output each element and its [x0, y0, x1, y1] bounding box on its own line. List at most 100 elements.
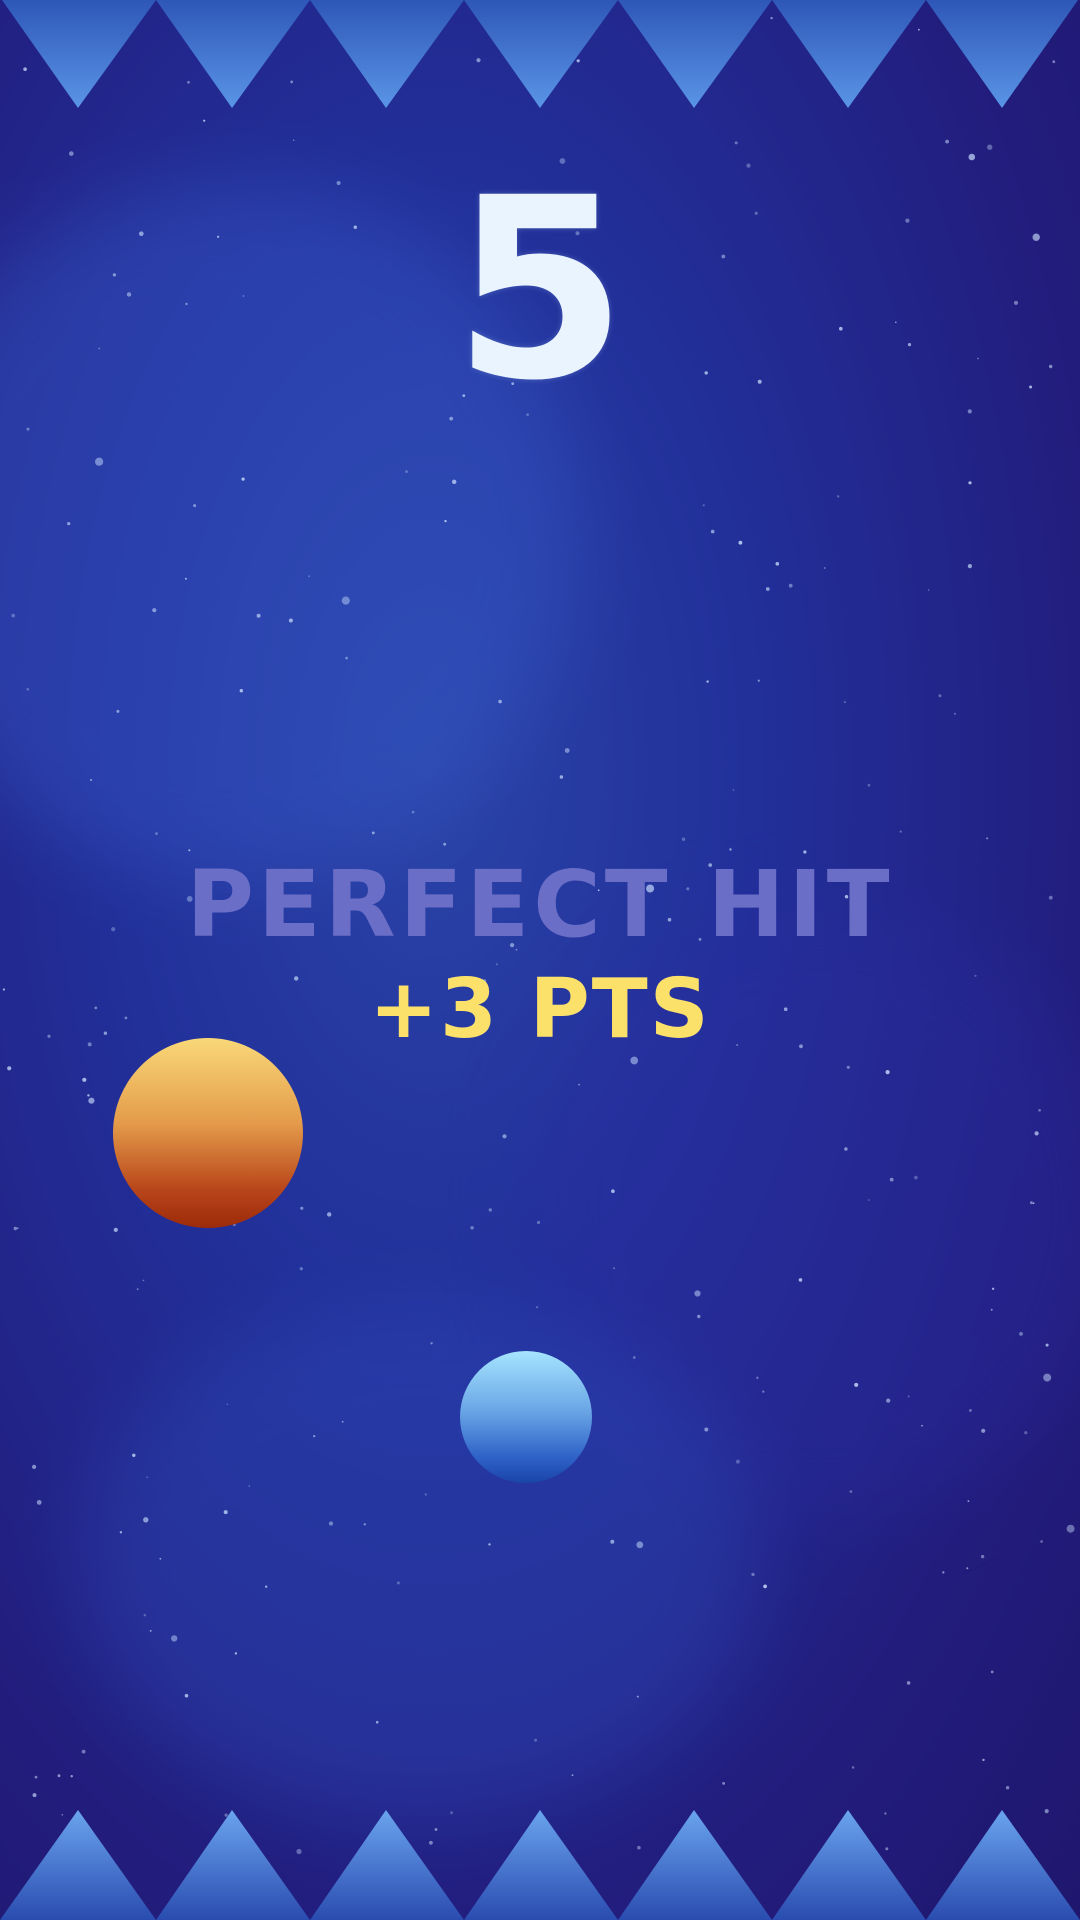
star [889, 1177, 894, 1182]
star [798, 1278, 803, 1282]
star [256, 613, 261, 618]
star [223, 1510, 228, 1515]
star [938, 694, 942, 698]
star [34, 1775, 38, 1779]
star [763, 1584, 767, 1589]
star [57, 1774, 61, 1778]
star [823, 567, 826, 569]
star [82, 1077, 87, 1082]
star [341, 596, 350, 605]
star [32, 1793, 37, 1798]
star [31, 1464, 37, 1469]
star [756, 1376, 759, 1380]
star [980, 1554, 985, 1559]
star [636, 1695, 639, 1698]
star [136, 1288, 139, 1290]
star [67, 522, 71, 526]
star [564, 748, 570, 753]
bonus-points-message: +3 PTS [369, 962, 711, 1057]
star [411, 810, 415, 814]
star [430, 1342, 433, 1345]
star [837, 495, 840, 498]
star [184, 577, 187, 580]
star [116, 709, 120, 713]
star [26, 688, 30, 691]
star [722, 1782, 725, 1785]
star [113, 1227, 118, 1232]
star [765, 587, 770, 591]
star [241, 477, 245, 481]
star [610, 1539, 615, 1544]
star [226, 1403, 229, 1406]
star [843, 701, 846, 704]
perfect-hit-message: PERFECT HIT [186, 851, 894, 958]
star [571, 1774, 574, 1777]
star [735, 1459, 740, 1464]
orange-ball-icon [113, 1038, 303, 1228]
star [265, 1585, 268, 1588]
star [1034, 1131, 1039, 1136]
star [846, 1065, 850, 1069]
star [886, 1398, 891, 1403]
star [375, 1720, 379, 1724]
star [738, 540, 743, 545]
star [907, 1395, 910, 1398]
star [502, 1134, 507, 1139]
star [119, 1531, 123, 1534]
star [710, 529, 715, 534]
star [152, 608, 157, 613]
star [345, 656, 348, 660]
star [300, 1206, 304, 1210]
star [966, 1567, 969, 1570]
star [706, 680, 709, 683]
star [1038, 1109, 1041, 1112]
star [81, 1749, 86, 1754]
star [849, 1490, 853, 1493]
star [203, 119, 206, 122]
star [968, 481, 972, 485]
game-stage[interactable]: 5 PERFECT HIT +3 PTS [0, 0, 1080, 1920]
top-spikes-icon [0, 0, 1080, 108]
star [762, 1390, 765, 1393]
star [1043, 1373, 1052, 1382]
star [288, 618, 293, 623]
blue-ball-icon[interactable] [460, 1351, 592, 1483]
star [299, 1267, 303, 1271]
star [234, 1652, 238, 1655]
star [396, 1581, 400, 1585]
star [184, 1693, 189, 1698]
bottom-spikes-icon [0, 1810, 1080, 1920]
star [613, 1267, 615, 1270]
star [987, 144, 993, 150]
star [132, 1453, 136, 1458]
star [143, 1517, 149, 1523]
star [559, 775, 564, 779]
star [630, 1056, 639, 1065]
star [488, 1543, 491, 1546]
star [88, 1097, 95, 1104]
star [26, 427, 30, 431]
star [452, 479, 457, 484]
star [470, 1226, 474, 1230]
star [953, 712, 957, 715]
star [704, 1427, 709, 1432]
star [1019, 1332, 1023, 1336]
star [986, 837, 989, 840]
star [90, 778, 93, 782]
star [867, 783, 871, 787]
star [536, 1306, 539, 1309]
star [906, 1681, 911, 1685]
star [990, 1670, 994, 1674]
star [16, 1227, 19, 1229]
star [327, 1212, 332, 1217]
star [942, 1571, 945, 1574]
star [371, 831, 375, 835]
star [885, 1070, 890, 1075]
star [1030, 1201, 1033, 1205]
star [694, 1290, 701, 1297]
star [1024, 1431, 1028, 1435]
star [536, 1220, 541, 1225]
star [308, 575, 310, 578]
star [1032, 1202, 1035, 1205]
score-counter: 5 [453, 144, 627, 435]
